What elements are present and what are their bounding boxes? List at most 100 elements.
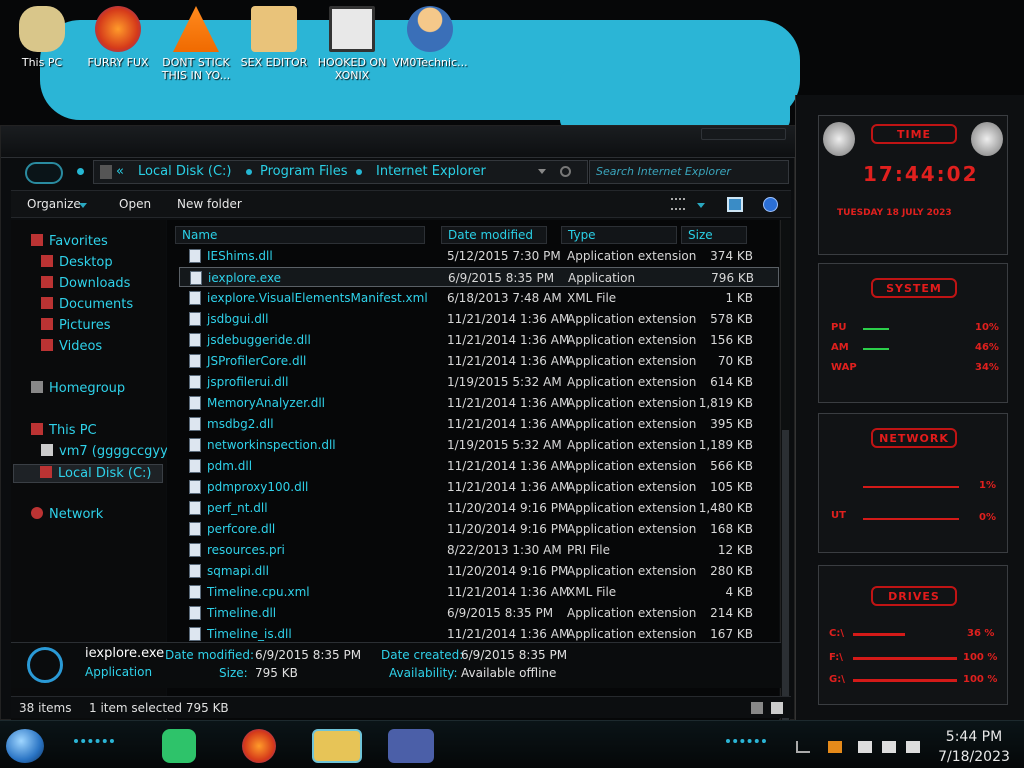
breadcrumb[interactable]: « Local Disk (C:) Program Files Internet… <box>93 160 588 184</box>
details-pane: iexplore.exe Application Date modified: … <box>11 642 781 688</box>
xonix-icon <box>329 6 375 52</box>
desktop-icon-label: FURRY FUX <box>87 56 149 69</box>
taskbar-spotify-icon[interactable] <box>162 729 196 763</box>
nav-pictures[interactable]: Pictures <box>41 318 110 333</box>
details-view-icon[interactable] <box>751 702 763 714</box>
file-row[interactable]: iexplore.exe 6/9/2015 8:35 PM Application 7… <box>179 267 779 287</box>
file-row[interactable]: perf_nt.dll 11/20/2014 9:16 PM Application… <box>179 498 779 518</box>
file-row[interactable]: perfcore.dll 11/20/2014 9:16 PM Applicatio… <box>179 519 779 539</box>
nav-label: Local Disk (C:) <box>58 466 152 481</box>
file-row[interactable]: jsdbgui.dll 11/21/2014 1:36 AM Application… <box>179 309 779 329</box>
file-row[interactable]: pdm.dll 11/21/2014 1:36 AM Application ext… <box>179 456 779 476</box>
star-icon <box>31 234 43 246</box>
taskbar-file-explorer-icon[interactable] <box>312 729 362 763</box>
file-type-icon <box>189 291 201 305</box>
desktop-icon-this-pc[interactable]: This PC <box>0 4 84 92</box>
view-dropdown-icon[interactable] <box>697 203 705 208</box>
file-type: Application extension <box>567 501 697 515</box>
file-row[interactable]: Timeline.dll 6/9/2015 8:35 PM Application … <box>179 603 779 623</box>
organize-button[interactable]: Organize <box>27 197 81 211</box>
organize-dropdown-icon[interactable] <box>79 203 87 208</box>
file-row[interactable]: pdmproxy100.dll 11/21/2014 1:36 AM Applica… <box>179 477 779 497</box>
file-type-icon <box>189 522 201 536</box>
time-date: TUESDAY 18 JULY 2023 <box>837 208 952 218</box>
large-icons-view-icon[interactable] <box>771 702 783 714</box>
nav-favorites[interactable]: Favorites <box>31 234 108 249</box>
nav-local-disk[interactable]: Local Disk (C:) <box>13 464 163 483</box>
desktop-icon-sex-editor[interactable]: SEX EDITOR <box>232 4 316 92</box>
file-date: 11/21/2014 1:36 AM <box>447 480 570 494</box>
nav-desktop[interactable]: Desktop <box>41 255 113 270</box>
desktop-icon-furry-fux[interactable]: FURRY FUX <box>76 4 160 92</box>
file-date: 1/19/2015 5:32 AM <box>447 375 562 389</box>
desktop-icon-dont-stick[interactable]: DONT STICK THIS IN YO... <box>154 4 238 92</box>
refresh-icon[interactable] <box>560 166 571 177</box>
tray-show-hidden-icon[interactable] <box>796 741 810 753</box>
scrollbar-thumb[interactable] <box>782 430 789 730</box>
file-row[interactable]: sqmapi.dll 11/20/2014 9:16 PM Application … <box>179 561 779 581</box>
nav-vm7[interactable]: vm7 (ggggccgyyfft) <box>41 444 187 459</box>
firefox-icon <box>95 6 141 52</box>
file-type: XML File <box>567 291 617 305</box>
file-row[interactable]: msdbg2.dll 11/21/2014 1:36 AM Application … <box>179 414 779 434</box>
system-gadget: SYSTEM PU 10% AM 46% WAP 34% <box>818 263 1008 403</box>
file-name: iexplore.exe <box>208 271 282 285</box>
column-header-size[interactable]: Size <box>681 226 747 244</box>
file-type: Application extension <box>567 354 697 368</box>
vertical-scrollbar[interactable] <box>780 220 790 732</box>
folder-icon <box>100 165 112 179</box>
file-row[interactable]: JSProfilerCore.dll 11/21/2014 1:36 AM Appl… <box>179 351 779 371</box>
taskbar-firefox-icon[interactable] <box>242 729 276 763</box>
taskbar-clock-date[interactable]: 7/18/2023 <box>930 749 1018 765</box>
file-row[interactable]: jsdebuggeride.dll 11/21/2014 1:36 AM Appli… <box>179 330 779 350</box>
file-row[interactable]: iexplore.VisualElementsManifest.xml 6/18/… <box>179 288 779 308</box>
open-button[interactable]: Open <box>119 197 151 211</box>
recent-pages-icon[interactable] <box>77 168 84 175</box>
file-size: 4 KB <box>725 585 753 599</box>
file-size: 280 KB <box>710 564 753 578</box>
taskbar-window-icon[interactable] <box>388 729 434 763</box>
file-row[interactable]: resources.pri 8/22/2013 1:30 AM PRI File 12… <box>179 540 779 560</box>
view-options-icon[interactable] <box>671 198 685 210</box>
breadcrumb-overflow[interactable]: « <box>116 164 124 179</box>
back-forward-icon[interactable] <box>25 162 63 184</box>
file-size: 214 KB <box>710 606 753 620</box>
column-header-name[interactable]: Name <box>175 226 425 244</box>
file-row[interactable]: networkinspection.dll 1/19/2015 5:32 AM Ap… <box>179 435 779 455</box>
start-button[interactable] <box>6 729 44 763</box>
desktop-icon-hooked-on-xonix[interactable]: HOOKED ON XONIX <box>310 4 394 92</box>
new-folder-button[interactable]: New folder <box>177 197 242 211</box>
nav-downloads[interactable]: Downloads <box>41 276 130 291</box>
preview-pane-icon[interactable] <box>727 197 743 212</box>
nav-videos[interactable]: Videos <box>41 339 102 354</box>
network-icon <box>31 507 43 519</box>
tray-flag-icon[interactable] <box>858 741 872 753</box>
taskbar-clock-time[interactable]: 5:44 PM <box>930 729 1018 745</box>
file-row[interactable]: MemoryAnalyzer.dll 11/21/2014 1:36 AM Appl… <box>179 393 779 413</box>
tray-network-icon[interactable] <box>882 741 896 753</box>
nav-network[interactable]: Network <box>31 507 103 522</box>
window-caption-buttons[interactable] <box>701 128 786 140</box>
breadcrumb-local-disk[interactable]: Local Disk (C:) <box>138 164 231 179</box>
breadcrumb-internet-explorer[interactable]: Internet Explorer <box>376 164 486 179</box>
file-type-icon <box>189 627 201 641</box>
desktop-icon-vm0technic[interactable]: VM0Technic... <box>388 4 472 92</box>
nav-this-pc[interactable]: This PC <box>31 423 97 438</box>
column-header-type[interactable]: Type <box>561 226 677 244</box>
details-size-label: Size: <box>219 666 248 680</box>
nav-documents[interactable]: Documents <box>41 297 133 312</box>
nav-homegroup[interactable]: Homegroup <box>31 381 125 396</box>
tray-volume-icon[interactable] <box>906 741 920 753</box>
search-input[interactable]: Search Internet Explorer <box>589 160 789 184</box>
breadcrumb-program-files[interactable]: Program Files <box>260 164 348 179</box>
file-name: jsdbgui.dll <box>207 312 269 326</box>
dropdown-icon[interactable] <box>538 169 546 174</box>
alien-head-icon <box>971 122 1003 156</box>
help-icon[interactable] <box>763 197 778 212</box>
file-row[interactable]: Timeline.cpu.xml 11/21/2014 1:36 AM XML Fi… <box>179 582 779 602</box>
column-header-date[interactable]: Date modified <box>441 226 547 244</box>
tray-app-icon[interactable] <box>828 741 842 753</box>
file-row[interactable]: Timeline_is.dll 11/21/2014 1:36 AM Applica… <box>179 624 779 644</box>
file-row[interactable]: IEShims.dll 5/12/2015 7:30 PM Application … <box>179 246 779 266</box>
file-row[interactable]: jsprofilerui.dll 1/19/2015 5:32 AM Applica… <box>179 372 779 392</box>
